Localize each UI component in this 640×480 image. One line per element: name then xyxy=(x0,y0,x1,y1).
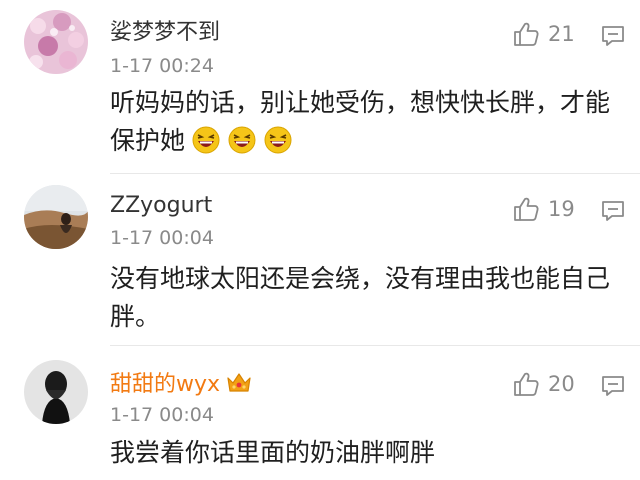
reply-button[interactable] xyxy=(600,199,626,223)
like-button[interactable]: 19 xyxy=(512,195,602,223)
like-button[interactable]: 21 xyxy=(512,20,602,48)
laughing-face-emoji-icon xyxy=(264,126,292,154)
comment-text: 听妈妈的话，别让她受伤，想快快长胖，才能保护她 xyxy=(110,84,610,160)
username-label: 甜甜的wyx xyxy=(110,372,221,397)
laughing-face-emoji-icon xyxy=(192,126,220,154)
like-count: 19 xyxy=(548,197,575,221)
landscape-photo-avatar-icon xyxy=(24,185,88,249)
comment-icon xyxy=(602,26,624,46)
reply-button[interactable] xyxy=(600,24,626,48)
username[interactable]: 甜甜的wyx xyxy=(110,370,252,398)
thumbs-up-icon xyxy=(514,372,539,396)
divider xyxy=(110,345,640,346)
thumbs-up-icon xyxy=(514,22,539,46)
timestamp: 1-17 00:04 xyxy=(110,404,214,426)
avatar[interactable] xyxy=(24,185,88,249)
like-button[interactable]: 20 xyxy=(512,370,602,398)
comment-item: 娑梦梦不到 1-17 00:24 21 听妈妈的话，别让她受伤，想快快长胖，才能… xyxy=(0,0,640,175)
comment-body: 听妈妈的话，别让她受伤，想快快长胖，才能保护她 xyxy=(110,88,611,155)
like-count: 21 xyxy=(548,22,575,46)
avatar[interactable] xyxy=(24,10,88,74)
comment-item: 甜甜的wyx 1-17 00:04 20 我尝着你话里面的奶油胖啊胖 xyxy=(0,348,640,480)
comment-icon xyxy=(602,376,624,396)
avatar[interactable] xyxy=(24,360,88,424)
divider xyxy=(110,173,640,174)
comment-icon xyxy=(602,201,624,221)
like-count: 20 xyxy=(548,372,575,396)
timestamp: 1-17 00:04 xyxy=(110,227,214,249)
comment-text: 我尝着你话里面的奶油胖啊胖 xyxy=(110,438,436,467)
crown-icon xyxy=(227,373,251,392)
pink-blossom-avatar-icon xyxy=(24,10,88,74)
thumbs-up-icon xyxy=(514,197,539,221)
comment-item: ZZyogurt 1-17 00:04 19 没有地球太阳还是会绕，没有理由我也… xyxy=(0,175,640,345)
comment-text: 没有地球太阳还是会绕，没有理由我也能自己胖。 xyxy=(110,264,611,331)
username[interactable]: ZZyogurt xyxy=(110,193,212,219)
timestamp: 1-17 00:24 xyxy=(110,55,214,77)
laughing-face-emoji-icon xyxy=(228,126,256,154)
dark-portrait-avatar-icon xyxy=(24,360,88,424)
reply-button[interactable] xyxy=(600,374,626,398)
username[interactable]: 娑梦梦不到 xyxy=(110,20,220,46)
